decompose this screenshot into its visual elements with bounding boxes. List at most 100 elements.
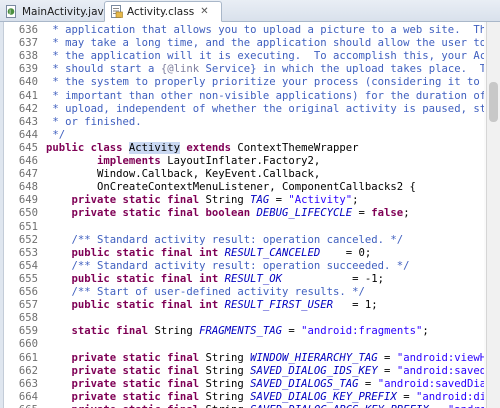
code-token: ContextThemeWrapper	[237, 141, 359, 154]
line-number: 656	[18, 286, 38, 298]
editor-tab-bar: J MainActivity.java Activity.class ✕	[0, 0, 500, 22]
code-line: * should start a {@link Service} in whic…	[46, 63, 484, 76]
tab-activity-class[interactable]: Activity.class ✕	[104, 1, 222, 22]
code-area[interactable]: * application that allows you to upload …	[46, 22, 484, 408]
code-token: =	[429, 404, 448, 408]
code-line: /** Standard activity result: operation …	[46, 260, 410, 273]
code-token: * the application will it is executing. …	[46, 50, 484, 63]
code-token: implements	[46, 155, 168, 167]
code-token: public class	[46, 141, 129, 154]
code-token: String	[205, 194, 251, 207]
code-line: private static final String SAVED_DIALOG…	[46, 404, 485, 408]
code-token: RESULT_FIRST_USER	[224, 299, 334, 312]
code-token: String	[205, 364, 251, 377]
scrollbar-thumb[interactable]	[489, 82, 498, 122]
line-number: 644	[18, 128, 38, 141]
code-token: SAVED_DIALOG_ARGS_KEY_PREFIX	[250, 404, 429, 408]
code-token: String	[205, 404, 250, 408]
code-token: public static final int	[46, 272, 225, 285]
code-token: "Activity"	[288, 194, 353, 207]
code-token: "android:fragments"	[301, 325, 423, 338]
code-token: extends	[179, 141, 238, 154]
line-number: 658	[18, 312, 38, 325]
code-token: =	[269, 194, 289, 207]
code-line: * the system to properly prioritize your…	[46, 76, 484, 89]
code-token: public static final int	[46, 299, 225, 312]
vertical-scrollbar[interactable]	[486, 22, 500, 408]
code-token: static final	[46, 325, 155, 338]
code-token: = 1;	[333, 299, 378, 312]
code-line: /** Standard activity result: operation …	[46, 234, 404, 247]
tab-mainactivity-java[interactable]: J MainActivity.java	[0, 1, 110, 22]
code-token: ;	[422, 325, 429, 338]
code-token: private static final boolean	[46, 207, 257, 220]
java-file-icon: J	[6, 5, 16, 18]
code-token: * should start a	[46, 63, 161, 76]
line-number: 650	[18, 207, 38, 220]
code-token: =	[377, 364, 397, 377]
code-token: WINDOW_HIERARCHY_TAG	[250, 351, 378, 364]
code-line: private static final String WINDOW_HIERA…	[46, 351, 485, 365]
code-token: = -1;	[282, 272, 385, 285]
code-token: ;	[352, 194, 359, 207]
code-token: "android:savedDialog	[377, 377, 484, 390]
line-number: 641	[18, 89, 38, 102]
code-token: =	[396, 390, 416, 403]
line-number: 660	[18, 338, 38, 351]
code-line: implements LayoutInflater.Factory2,	[46, 155, 320, 168]
line-number: 655	[18, 272, 38, 285]
line-number: 662	[18, 364, 38, 377]
line-number: 645	[18, 141, 38, 154]
code-token: /** Start of user-defined activity resul…	[46, 286, 365, 298]
line-number: 657	[18, 299, 38, 312]
code-line: /** Start of user-defined activity resul…	[46, 286, 365, 299]
line-number: 653	[18, 246, 38, 259]
code-token: SAVED_DIALOG_KEY_PREFIX	[250, 390, 397, 403]
line-number: 652	[18, 233, 38, 246]
code-token: public static final int	[46, 246, 225, 259]
code-token: String	[205, 390, 251, 403]
close-tab-icon[interactable]: ✕	[200, 6, 208, 17]
class-file-icon	[111, 5, 123, 18]
code-line: * application that allows you to upload …	[46, 24, 484, 37]
code-token: =	[352, 207, 372, 220]
code-line: public static final int RESULT_CANCELED …	[46, 246, 372, 260]
code-token: private static final	[46, 404, 205, 408]
code-line: static final String FRAGMENTS_TAG = "and…	[46, 325, 429, 338]
line-number: 664	[18, 390, 38, 403]
code-token: * important than other non-visible appli…	[46, 89, 484, 102]
code-token: String	[205, 351, 251, 364]
line-number: 649	[18, 194, 38, 207]
code-editor[interactable]: 636 637 638 639 640 641 642 643 644 645 646 647 648 6…	[0, 22, 500, 408]
selected-token: Activity	[128, 141, 180, 154]
code-token: Service} in which the upload takes place…	[199, 63, 484, 76]
code-line: Window.Callback, KeyEvent.Callback,	[46, 168, 320, 181]
line-number: 654	[18, 259, 38, 272]
code-token: SAVED_DIALOGS_TAG	[250, 377, 359, 390]
code-token: =	[358, 377, 378, 390]
code-token: =	[377, 351, 397, 364]
line-number: 651	[18, 220, 38, 233]
code-token: false	[371, 207, 404, 220]
line-number: 639	[18, 63, 38, 76]
code-token: RESULT_OK	[224, 272, 282, 285]
code-token: /** Standard activity result: operation …	[46, 259, 410, 272]
code-line: private static final boolean DEBUG_LIFEC…	[46, 207, 410, 220]
code-line: private static final String TAG = "Activ…	[46, 194, 359, 207]
line-number-gutter: 636 637 638 639 640 641 642 643 644 645 646 647 648 6…	[4, 22, 38, 408]
code-token: =	[282, 325, 302, 338]
code-token: private static final	[46, 194, 206, 207]
line-number: 665	[4, 404, 38, 408]
code-token: TAG	[250, 194, 270, 207]
code-token: "android:viewHier	[396, 351, 484, 364]
code-line: private static final String SAVED_DIALOG…	[46, 364, 485, 378]
code-line: public static final int RESULT_FIRST_USE…	[46, 299, 378, 312]
code-token: * the system to properly prioritize your…	[46, 76, 484, 89]
code-token: * application that allows you to upload …	[46, 24, 484, 36]
code-line: * the application will it is executing. …	[46, 50, 484, 63]
line-number: 637	[18, 37, 38, 50]
code-line: * may take a long time, and the applicat…	[46, 37, 484, 50]
code-line: public static final int RESULT_OK = -1;	[46, 272, 385, 286]
line-number: 663	[18, 377, 38, 390]
line-number: 643	[18, 115, 38, 128]
